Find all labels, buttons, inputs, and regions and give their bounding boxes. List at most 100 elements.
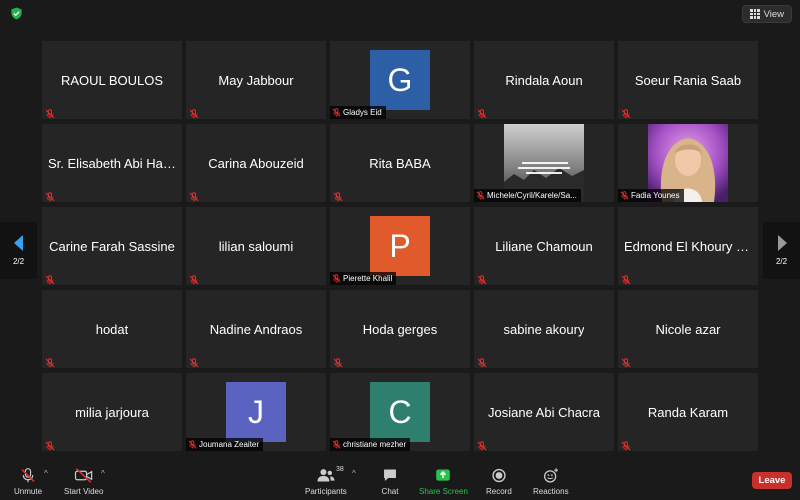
view-button[interactable]: View bbox=[742, 5, 792, 23]
share-screen-icon bbox=[436, 469, 451, 481]
microphone-muted-icon bbox=[477, 272, 487, 285]
participant-name: Hoda gerges bbox=[336, 290, 464, 368]
reactions-icon bbox=[543, 468, 558, 483]
microphone-muted-icon bbox=[333, 355, 343, 368]
microphone-muted-icon bbox=[21, 468, 35, 483]
participant-tile[interactable]: Randa Karam bbox=[618, 373, 758, 451]
participant-name: Sr. Elisabeth Abi Hach... bbox=[48, 124, 176, 202]
participant-name: Carina Abouzeid bbox=[192, 124, 320, 202]
participant-name: hodat bbox=[48, 290, 176, 368]
participant-name-text: Liliane Chamoun bbox=[495, 238, 593, 254]
share-screen-button[interactable]: Share Screen bbox=[419, 467, 468, 496]
share-screen-label: Share Screen bbox=[419, 487, 468, 496]
avatar: J bbox=[226, 382, 286, 442]
start-video-label: Start Video bbox=[64, 487, 104, 496]
participant-tile[interactable]: Cchristiane mezher bbox=[330, 373, 470, 451]
start-video-button[interactable]: Start Video bbox=[64, 467, 103, 496]
avatar: C bbox=[370, 382, 430, 442]
participant-tile[interactable]: lilian saloumi bbox=[186, 207, 326, 285]
participants-count: 38 bbox=[336, 466, 344, 473]
participant-name-label: christiane mezher bbox=[330, 438, 411, 451]
microphone-muted-icon bbox=[621, 355, 631, 368]
participants-options-caret-icon[interactable]: ^ bbox=[352, 469, 356, 478]
participant-name-text: milia jarjoura bbox=[75, 404, 149, 420]
participant-tile[interactable]: Hoda gerges bbox=[330, 290, 470, 368]
participant-tile[interactable]: RAOUL BOULOS bbox=[42, 41, 182, 119]
participant-name-text: Josiane Abi Chacra bbox=[487, 404, 600, 420]
participant-tile[interactable]: hodat bbox=[42, 290, 182, 368]
participant-tile[interactable]: Fadia Younes bbox=[618, 124, 758, 202]
participant-name-text: hodat bbox=[95, 321, 129, 337]
participant-tile[interactable]: Liliane Chamoun bbox=[474, 207, 614, 285]
participant-name-text: Sr. Elisabeth Abi Hach... bbox=[48, 155, 176, 171]
participant-tile[interactable]: G Gladys Eid bbox=[330, 41, 470, 119]
microphone-muted-icon bbox=[477, 355, 487, 368]
microphone-muted-icon bbox=[45, 189, 55, 202]
participant-tile[interactable]: Michele/Cyril/Karele/Sa... bbox=[474, 124, 614, 202]
avatar: G bbox=[370, 50, 430, 110]
participant-name-text: Carina Abouzeid bbox=[208, 155, 304, 171]
participant-name: RAOUL BOULOS bbox=[48, 41, 176, 119]
participant-tile[interactable]: Carine Farah Sassine bbox=[42, 207, 182, 285]
chat-label: Chat bbox=[381, 487, 399, 496]
participant-tile[interactable]: Nicole azar bbox=[618, 290, 758, 368]
participant-name-text: Pierette Khalil bbox=[343, 274, 393, 283]
participant-tile[interactable]: sabine akoury bbox=[474, 290, 614, 368]
participant-name-label: Michele/Cyril/Karele/Sa... bbox=[474, 189, 581, 202]
previous-page-button[interactable]: 2/2 bbox=[0, 222, 37, 279]
microphone-muted-icon bbox=[188, 440, 197, 449]
participant-name: lilian saloumi bbox=[192, 207, 320, 285]
participant-tile[interactable]: Carina Abouzeid bbox=[186, 124, 326, 202]
security-shield-icon[interactable] bbox=[10, 7, 23, 20]
audio-options-caret-icon[interactable]: ^ bbox=[44, 469, 48, 478]
top-bar: View bbox=[0, 0, 800, 28]
participant-name-text: Randa Karam bbox=[647, 404, 729, 420]
participant-name-text: Rindala Aoun bbox=[505, 72, 583, 88]
participant-tile[interactable]: Josiane Abi Chacra bbox=[474, 373, 614, 451]
leave-meeting-button[interactable]: Leave bbox=[752, 472, 792, 489]
participant-tile[interactable]: May Jabbour bbox=[186, 41, 326, 119]
participant-tile[interactable]: Rindala Aoun bbox=[474, 41, 614, 119]
participant-name: Soeur Rania Saab bbox=[624, 41, 752, 119]
participant-name-text: Joumana Zeaiter bbox=[199, 440, 260, 449]
participant-name-text: Michele/Cyril/Karele/Sa... bbox=[487, 191, 577, 200]
unmute-button[interactable]: Unmute bbox=[14, 467, 42, 496]
participant-name-label: Fadia Younes bbox=[618, 189, 684, 202]
chat-button[interactable]: Chat bbox=[380, 467, 400, 496]
participant-name: Rita BABA bbox=[336, 124, 464, 202]
participant-tile[interactable]: P Pierette Khalil bbox=[330, 207, 470, 285]
microphone-muted-icon bbox=[332, 440, 341, 449]
participant-name-text: sabine akoury bbox=[503, 321, 585, 337]
video-options-caret-icon[interactable]: ^ bbox=[101, 469, 105, 478]
participant-name-text: Fadia Younes bbox=[631, 191, 680, 200]
participant-tile[interactable]: milia jarjoura bbox=[42, 373, 182, 451]
video-camera-off-icon bbox=[74, 468, 92, 483]
participant-name: milia jarjoura bbox=[48, 373, 176, 451]
participant-tile[interactable]: Sr. Elisabeth Abi Hach... bbox=[42, 124, 182, 202]
participant-name: Nicole azar bbox=[624, 290, 752, 368]
microphone-muted-icon bbox=[189, 272, 199, 285]
participant-tile[interactable]: Rita BABA bbox=[330, 124, 470, 202]
participant-tile[interactable]: Edmond El Khoury Ha... bbox=[618, 207, 758, 285]
microphone-muted-icon bbox=[332, 108, 341, 117]
microphone-muted-icon bbox=[45, 355, 55, 368]
reactions-button[interactable]: Reactions bbox=[533, 467, 569, 496]
participant-name-label: Pierette Khalil bbox=[330, 272, 397, 285]
participant-tile[interactable]: Soeur Rania Saab bbox=[618, 41, 758, 119]
participant-name-text: Soeur Rania Saab bbox=[634, 72, 742, 88]
video-gallery: RAOUL BOULOS May Jabbour G Gladys Eid Rindal… bbox=[42, 41, 758, 451]
page-indicator: 2/2 bbox=[12, 257, 25, 266]
microphone-muted-icon bbox=[476, 191, 485, 200]
next-page-button[interactable]: 2/2 bbox=[763, 222, 800, 279]
grid-icon bbox=[750, 9, 760, 19]
microphone-muted-icon bbox=[477, 106, 487, 119]
record-button[interactable]: Record bbox=[486, 467, 512, 496]
microphone-muted-icon bbox=[189, 106, 199, 119]
microphone-muted-icon bbox=[621, 438, 631, 451]
participant-name-text: Gladys Eid bbox=[343, 108, 382, 117]
microphone-muted-icon bbox=[477, 438, 487, 451]
microphone-muted-icon bbox=[620, 191, 629, 200]
participant-tile[interactable]: Nadine Andraos bbox=[186, 290, 326, 368]
participant-tile[interactable]: J Joumana Zeaiter bbox=[186, 373, 326, 451]
view-label: View bbox=[763, 8, 784, 20]
